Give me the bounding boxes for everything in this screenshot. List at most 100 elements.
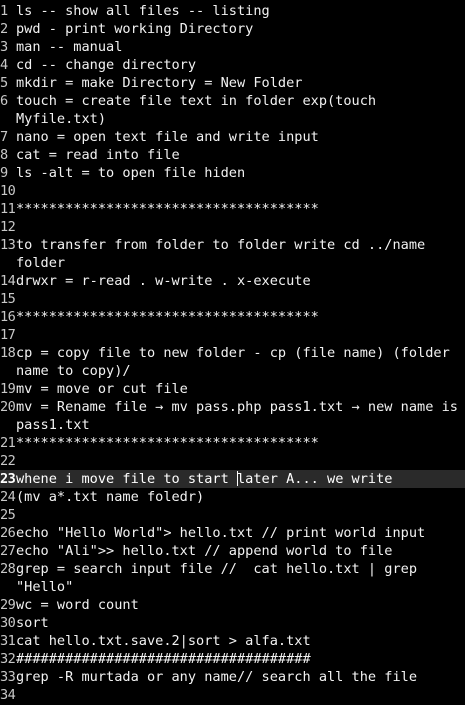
line-text[interactable]: ls -alt = to open file hiden [16, 164, 465, 182]
editor-line[interactable]: 4 cd -- change directory [0, 56, 465, 74]
editor-line[interactable]: 18 cp = copy file to new folder - cp (fil… [0, 344, 465, 380]
editor-line[interactable]: 16 ************************************* [0, 308, 465, 326]
editor-line[interactable]: 34 [0, 686, 465, 704]
line-number: 31 [0, 633, 16, 649]
editor-line[interactable]: 8 cat = read into file [0, 146, 465, 164]
line-text[interactable]: #################################### [16, 650, 465, 668]
line-text[interactable]: ************************************* [16, 434, 465, 452]
line-text[interactable]: nano = open text file and write input [16, 128, 465, 146]
line-text[interactable]: grep -R murtada or any name// search all… [16, 668, 465, 686]
line-text[interactable] [16, 218, 465, 236]
editor-line[interactable]: 19 mv = move or cut file [0, 380, 465, 398]
line-number: 14 [0, 273, 16, 289]
text-editor[interactable]: 1 ls -- show all files -- listing 2 pwd - … [0, 0, 465, 705]
line-text[interactable]: cat = read into file [16, 146, 465, 164]
line-number: 8 [0, 147, 8, 163]
editor-line[interactable]: 30 sort [0, 614, 465, 632]
line-text[interactable]: cd -- change directory [16, 56, 465, 74]
editor-line[interactable]: 26 echo "Hello World"> hello.txt // print… [0, 524, 465, 542]
line-text[interactable] [16, 686, 465, 704]
line-text[interactable]: mv = Rename file → mv pass.php pass1.txt… [16, 398, 465, 434]
line-number: 32 [0, 651, 16, 667]
current-line-number: 23 [0, 471, 16, 487]
editor-line[interactable]: 9 ls -alt = to open file hiden [0, 164, 465, 182]
line-text[interactable]: echo "Ali">> hello.txt // append world t… [16, 542, 465, 560]
editor-line[interactable]: 33 grep -R murtada or any name// search a… [0, 668, 465, 686]
line-text[interactable]: mv = move or cut file [16, 380, 465, 398]
editor-line[interactable]: 22 [0, 452, 465, 470]
line-number: 27 [0, 543, 16, 559]
line-text[interactable]: echo "Hello World"> hello.txt // print w… [16, 524, 465, 542]
editor-line[interactable]: 25 [0, 506, 465, 524]
line-number: 20 [0, 399, 16, 415]
text-before-cursor: whene i move file to start [16, 471, 237, 487]
line-text[interactable]: ls -- show all files -- listing [16, 2, 465, 20]
line-text[interactable]: ************************************* [16, 308, 465, 326]
line-text[interactable] [16, 182, 465, 200]
line-number: 24 [0, 489, 16, 505]
line-number: 15 [0, 291, 16, 307]
text-after-cursor: later A... we write [236, 471, 393, 487]
line-number: 9 [0, 165, 8, 181]
line-text[interactable] [16, 290, 465, 308]
editor-line[interactable]: 20 mv = Rename file → mv pass.php pass1.t… [0, 398, 465, 434]
line-number: 22 [0, 453, 16, 469]
editor-line[interactable]: 31 cat hello.txt.save.2|sort > alfa.txt [0, 632, 465, 650]
editor-line[interactable]: 12 [0, 218, 465, 236]
editor-line[interactable]: 21 ************************************* [0, 434, 465, 452]
line-text[interactable] [16, 506, 465, 524]
line-number: 6 [0, 93, 8, 109]
line-number: 10 [0, 183, 16, 199]
editor-line[interactable]: 13 to transfer from folder to folder writ… [0, 236, 465, 272]
line-text[interactable] [16, 452, 465, 470]
editor-line[interactable]: 24 (mv a*.txt name foledr) [0, 488, 465, 506]
line-number: 11 [0, 201, 16, 217]
editor-line[interactable]: 7 nano = open text file and write input [0, 128, 465, 146]
line-number: 12 [0, 219, 16, 235]
line-number: 4 [0, 57, 8, 73]
editor-line[interactable]: 17 [0, 326, 465, 344]
editor-line[interactable]: 5 mkdir = make Directory = New Folder [0, 74, 465, 92]
line-text[interactable]: (mv a*.txt name foledr) [16, 488, 465, 506]
line-text[interactable]: ************************************* [16, 200, 465, 218]
editor-line[interactable]: 6 touch = create file text in folder exp(… [0, 92, 465, 128]
line-text[interactable]: grep = search input file // cat hello.tx… [16, 560, 465, 596]
editor-line[interactable]: 2 pwd - print working Directory [0, 20, 465, 38]
line-text[interactable]: drwxr = r-read . w-write . x-execute [16, 272, 465, 290]
line-number: 30 [0, 615, 16, 631]
editor-line[interactable]: 10 [0, 182, 465, 200]
line-number: 18 [0, 345, 16, 361]
line-number: 3 [0, 39, 8, 55]
editor-line[interactable]: 3 man -- manual [0, 38, 465, 56]
current-editor-line[interactable]: 23 whene i move file to start later A... … [0, 470, 465, 488]
line-text[interactable]: cat hello.txt.save.2|sort > alfa.txt [16, 632, 465, 650]
line-number: 7 [0, 129, 8, 145]
line-text[interactable]: wc = word count [16, 596, 465, 614]
line-text[interactable]: to transfer from folder to folder write … [16, 236, 465, 272]
line-text[interactable]: sort [16, 614, 465, 632]
line-number: 13 [0, 237, 16, 253]
line-number: 29 [0, 597, 16, 613]
editor-line[interactable]: 29 wc = word count [0, 596, 465, 614]
line-number: 28 [0, 561, 16, 577]
editor-line[interactable]: 15 [0, 290, 465, 308]
line-text[interactable]: cp = copy file to new folder - cp (file … [16, 344, 465, 380]
line-number: 17 [0, 327, 16, 343]
line-number: 2 [0, 21, 8, 37]
line-text[interactable]: man -- manual [16, 38, 465, 56]
line-text[interactable]: whene i move file to start later A... we… [16, 470, 465, 488]
line-number: 1 [0, 3, 8, 19]
line-text[interactable]: mkdir = make Directory = New Folder [16, 74, 465, 92]
editor-line[interactable]: 1 ls -- show all files -- listing [0, 2, 465, 20]
line-text[interactable]: touch = create file text in folder exp(t… [16, 92, 465, 128]
editor-line[interactable]: 28 grep = search input file // cat hello.… [0, 560, 465, 596]
line-text[interactable]: pwd - print working Directory [16, 20, 465, 38]
editor-line[interactable]: 27 echo "Ali">> hello.txt // append world… [0, 542, 465, 560]
line-number: 16 [0, 309, 16, 325]
editor-line[interactable]: 32 #################################### [0, 650, 465, 668]
line-text[interactable] [16, 326, 465, 344]
editor-line[interactable]: 11 ************************************* [0, 200, 465, 218]
line-number: 19 [0, 381, 16, 397]
line-number: 25 [0, 507, 16, 523]
editor-line[interactable]: 14 drwxr = r-read . w-write . x-execute [0, 272, 465, 290]
